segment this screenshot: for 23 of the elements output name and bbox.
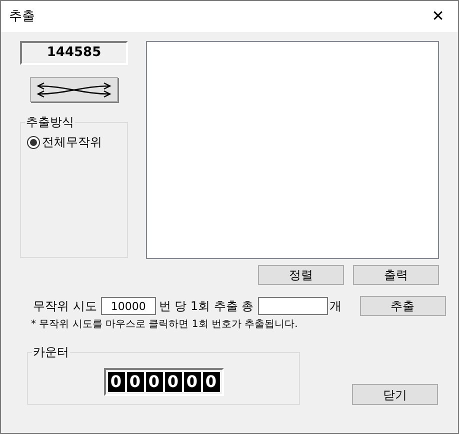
extract-button[interactable]: 추출 — [360, 296, 446, 316]
list-action-button[interactable]: 출력 — [353, 265, 439, 285]
list-action-button[interactable]: 정렬 — [258, 265, 344, 285]
swap-arrows-icon — [36, 82, 112, 98]
hint-text: * 무작위 시도를 마우스로 클릭하면 1회 번호가 추출됩니다. — [30, 318, 299, 332]
trial-label: 무작위 시도 — [33, 298, 97, 315]
extract-label: 번 당 1회 추출 총 — [158, 298, 254, 315]
swap-button[interactable] — [30, 77, 118, 102]
counter-digit: 0 — [108, 372, 124, 392]
counter-digit: 0 — [202, 372, 220, 392]
number-display: 144585 — [20, 41, 128, 65]
radio-label: 전체무작위 — [42, 134, 102, 151]
total-field[interactable] — [258, 297, 328, 315]
counter-digit: 0 — [146, 372, 162, 392]
counter-digit: 0 — [164, 372, 182, 392]
counter-digit: 0 — [184, 372, 200, 392]
count-unit: 개 — [330, 298, 342, 315]
counter-digit: 0 — [126, 372, 144, 392]
close-button[interactable]: ✕ — [418, 2, 458, 32]
trials-field[interactable]: 10000 — [100, 297, 156, 315]
close-dialog-button[interactable]: 닫기 — [352, 384, 438, 405]
radio-button[interactable] — [27, 136, 40, 148]
window-title: 추출 — [9, 8, 35, 26]
